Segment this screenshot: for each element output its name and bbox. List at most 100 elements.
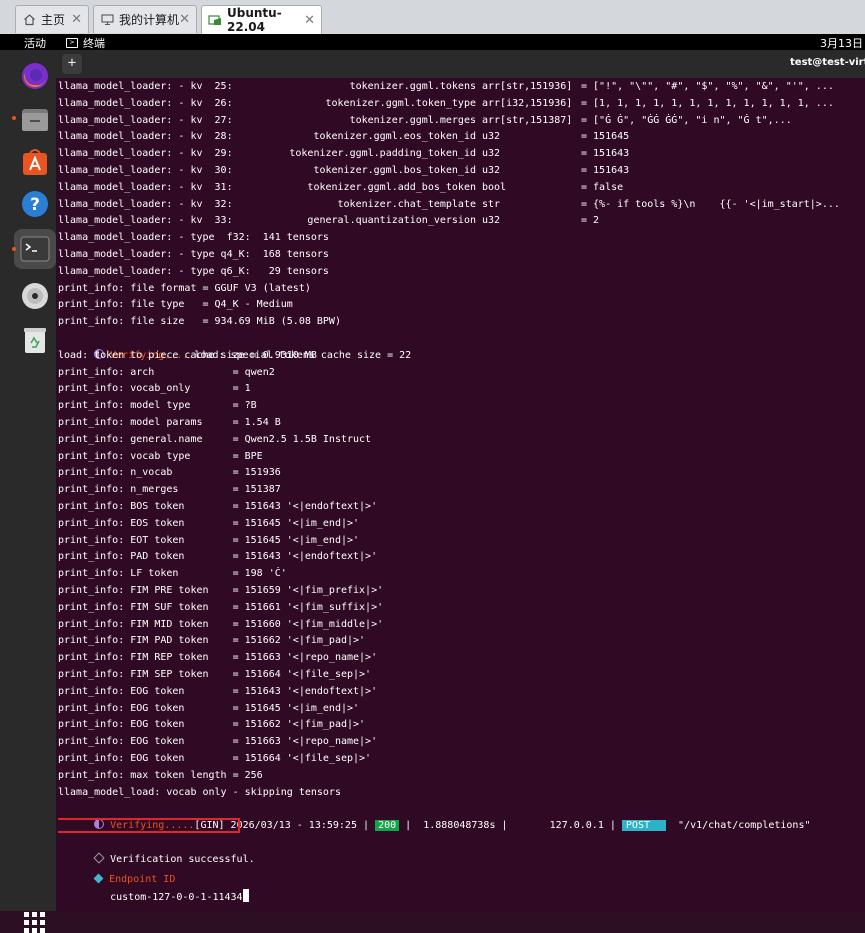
tab-label: 主页 — [41, 13, 66, 27]
log-line: load: token to piece cache size = 0.9310… — [58, 349, 317, 361]
kv-value: = 2 — [581, 215, 600, 227]
home-icon — [22, 13, 36, 27]
kv-value: = 151643 — [581, 148, 630, 160]
terminal-header: + test@test-virtua — [56, 50, 865, 78]
log-line: print_info: LF token = 198 'Ċ' — [58, 568, 287, 580]
vm-icon — [208, 13, 222, 27]
log-line: print_info: model params = 1.54 B — [58, 417, 281, 428]
trash-icon — [24, 328, 46, 353]
close-icon[interactable]: ✕ — [71, 12, 82, 27]
terminal-output[interactable]: llama_model_loader: - kv 25: tokenizer.gg… — [58, 79, 858, 911]
log-line: print_info: EOG token = 151664 '<|file_s… — [58, 753, 372, 764]
log-line: print_info: file format = GGUF V3 (lates… — [58, 282, 311, 294]
tab-home[interactable]: 主页 ✕ — [15, 5, 89, 33]
kv-value: = 151643 — [581, 165, 630, 176]
kv-line: llama_model_loader: - kv 26: tokenizer.gg… — [58, 96, 858, 113]
kv-value: = ["!", "\"", "#", "$", "%", "&", "'", .… — [581, 81, 834, 92]
plus-icon: + — [67, 55, 77, 71]
vm-tab-bar: 主页 ✕ 我的计算机 ✕ Ubuntu-22.04 ✕ — [0, 0, 865, 35]
kv-key: tokenizer.ggml.merges — [349, 114, 476, 126]
kv-key: tokenizer.chat_template — [337, 198, 476, 210]
kv-value: = ["Ġ Ġ", "ĠĠ ĠĠ", "i n", "Ġ t",... — [581, 114, 792, 126]
monitor-icon — [100, 13, 114, 27]
kv-key: tokenizer.ggml.tokens — [349, 81, 476, 92]
log-line: llama_model_loader: - type q4_K: 168 ten… — [58, 249, 329, 260]
log-line: print_info: EOG token = 151663 '<|repo_n… — [58, 736, 378, 748]
endpoint-value[interactable]: custom-127-0-0-1-11434 — [110, 892, 242, 903]
log-line: print_info: vocab type = BPE — [58, 450, 263, 462]
kv-key: tokenizer.ggml.add_bos_token — [307, 181, 476, 193]
log-line: llama_model_loader: - type q6_K: 29 tens… — [58, 265, 329, 277]
help-launcher[interactable]: ? — [17, 186, 53, 222]
log-line: print_info: general.name = Qwen2.5 1.5B … — [58, 433, 372, 445]
log-line: print_info: EOG token = 151643 '<|endoft… — [58, 685, 378, 697]
help-icon: ? — [22, 191, 48, 217]
dock: ? — [0, 50, 56, 933]
highlight-box — [58, 818, 240, 833]
terminal-title: test@test-virtua — [790, 57, 865, 68]
log-line: print_info: vocab_only = 1 — [58, 383, 251, 395]
disc-icon — [22, 283, 48, 309]
disc-launcher[interactable] — [17, 278, 53, 314]
clock[interactable]: 3月13日 1 — [820, 35, 865, 51]
kv-type: u32 — [482, 148, 501, 160]
log-line: print_info: arch = qwen2 — [58, 366, 275, 378]
text-cursor — [242, 888, 249, 902]
log-line: print_info: max token length = 256 — [58, 769, 263, 781]
log-line: print_info: FIM SUF token = 151661 '<|fi… — [58, 601, 384, 613]
terminal-launcher[interactable] — [14, 229, 56, 269]
kv-key: general.quantization_version — [307, 215, 476, 227]
tab-label: 我的计算机 — [119, 13, 180, 27]
log-line: print_info: n_vocab = 151936 — [58, 467, 281, 479]
app-name: 终端 — [83, 37, 105, 50]
log-line: print_info: PAD token = 151643 '<|endoft… — [58, 551, 378, 563]
log-line: print_info: FIM MID token = 151660 '<|fi… — [58, 618, 384, 630]
kv-line: llama_model_loader: - kv 30: tokenizer.gg… — [58, 163, 858, 180]
app-store-icon — [23, 149, 47, 175]
close-icon[interactable]: ✕ — [179, 12, 190, 27]
kv-type: str — [482, 198, 501, 210]
app-menu[interactable]: > 终端 — [66, 35, 105, 51]
running-indicator — [12, 247, 16, 251]
kv-type: arr[str,151387] — [482, 114, 573, 126]
kv-value: = {%- if tools %}\n {{- '<|im_start|>... — [581, 198, 840, 210]
kv-line: llama_model_loader: - kv 33: general.quan… — [58, 213, 858, 230]
kv-type: bool — [482, 181, 507, 193]
show-apps-button[interactable] — [24, 912, 45, 933]
kv-type: arr[str,151936] — [482, 81, 573, 92]
log-line: print_info: FIM PRE token = 151659 '<|fi… — [58, 585, 384, 596]
log-line: print_info: EOT token = 151645 '<|im_end… — [58, 534, 360, 546]
log-line: print_info: file type = Q4_K - Medium — [58, 299, 293, 311]
firefox-icon — [22, 63, 48, 89]
kv-line: llama_model_loader: - kv 29: tokenizer.gg… — [58, 146, 858, 163]
kv-line: llama_model_loader: - kv 28: tokenizer.gg… — [58, 129, 858, 146]
log-line: print_info: model type = ?B — [58, 400, 257, 412]
svg-text:?: ? — [30, 195, 40, 215]
terminal-icon — [20, 236, 50, 262]
log-line: print_info: EOS token = 151645 '<|im_end… — [58, 517, 360, 529]
kv-type: arr[i32,151936] — [482, 97, 573, 109]
status-badge: 200 — [375, 819, 400, 831]
tab-my-computer[interactable]: 我的计算机 ✕ — [93, 5, 197, 33]
new-tab-button[interactable]: + — [62, 54, 82, 74]
tab-ubuntu[interactable]: Ubuntu-22.04 ✕ — [201, 5, 322, 34]
files-launcher[interactable] — [17, 102, 53, 138]
terminal-window[interactable]: + test@test-virtua llama_model_loader: -… — [56, 50, 865, 911]
gin-log-line: Verifying.....[GIN] 2026/03/13 - 13:59:2… — [58, 801, 811, 831]
kv-line: llama_model_loader: - kv 32: tokenizer.ch… — [58, 197, 858, 214]
firefox-launcher[interactable] — [17, 58, 53, 94]
log-line: llama_model_load: vocab only - skipping … — [58, 786, 341, 798]
log-line: print_info: BOS token = 151643 '<|endoft… — [58, 501, 378, 512]
success-line: Verification successful. — [58, 818, 255, 865]
log-line: print_info: EOG token = 151645 '<|im_end… — [58, 702, 360, 714]
kv-value: = 151645 — [581, 131, 630, 143]
trash-launcher[interactable] — [17, 322, 53, 358]
kv-key: tokenizer.ggml.eos_token_id — [313, 131, 476, 143]
endpoint-label-line: Endpoint ID — [58, 855, 175, 885]
log-line: llama_model_loader: - type f32: 141 tens… — [58, 232, 329, 244]
log-line: print_info: FIM SEP token = 151664 '<|fi… — [58, 669, 372, 680]
close-icon[interactable]: ✕ — [304, 13, 315, 28]
app-store-launcher[interactable] — [17, 144, 53, 180]
activities-button[interactable]: 活动 — [24, 35, 46, 51]
gin-duration: | 1.888048738s | 127.0.0.1 | — [405, 819, 616, 831]
